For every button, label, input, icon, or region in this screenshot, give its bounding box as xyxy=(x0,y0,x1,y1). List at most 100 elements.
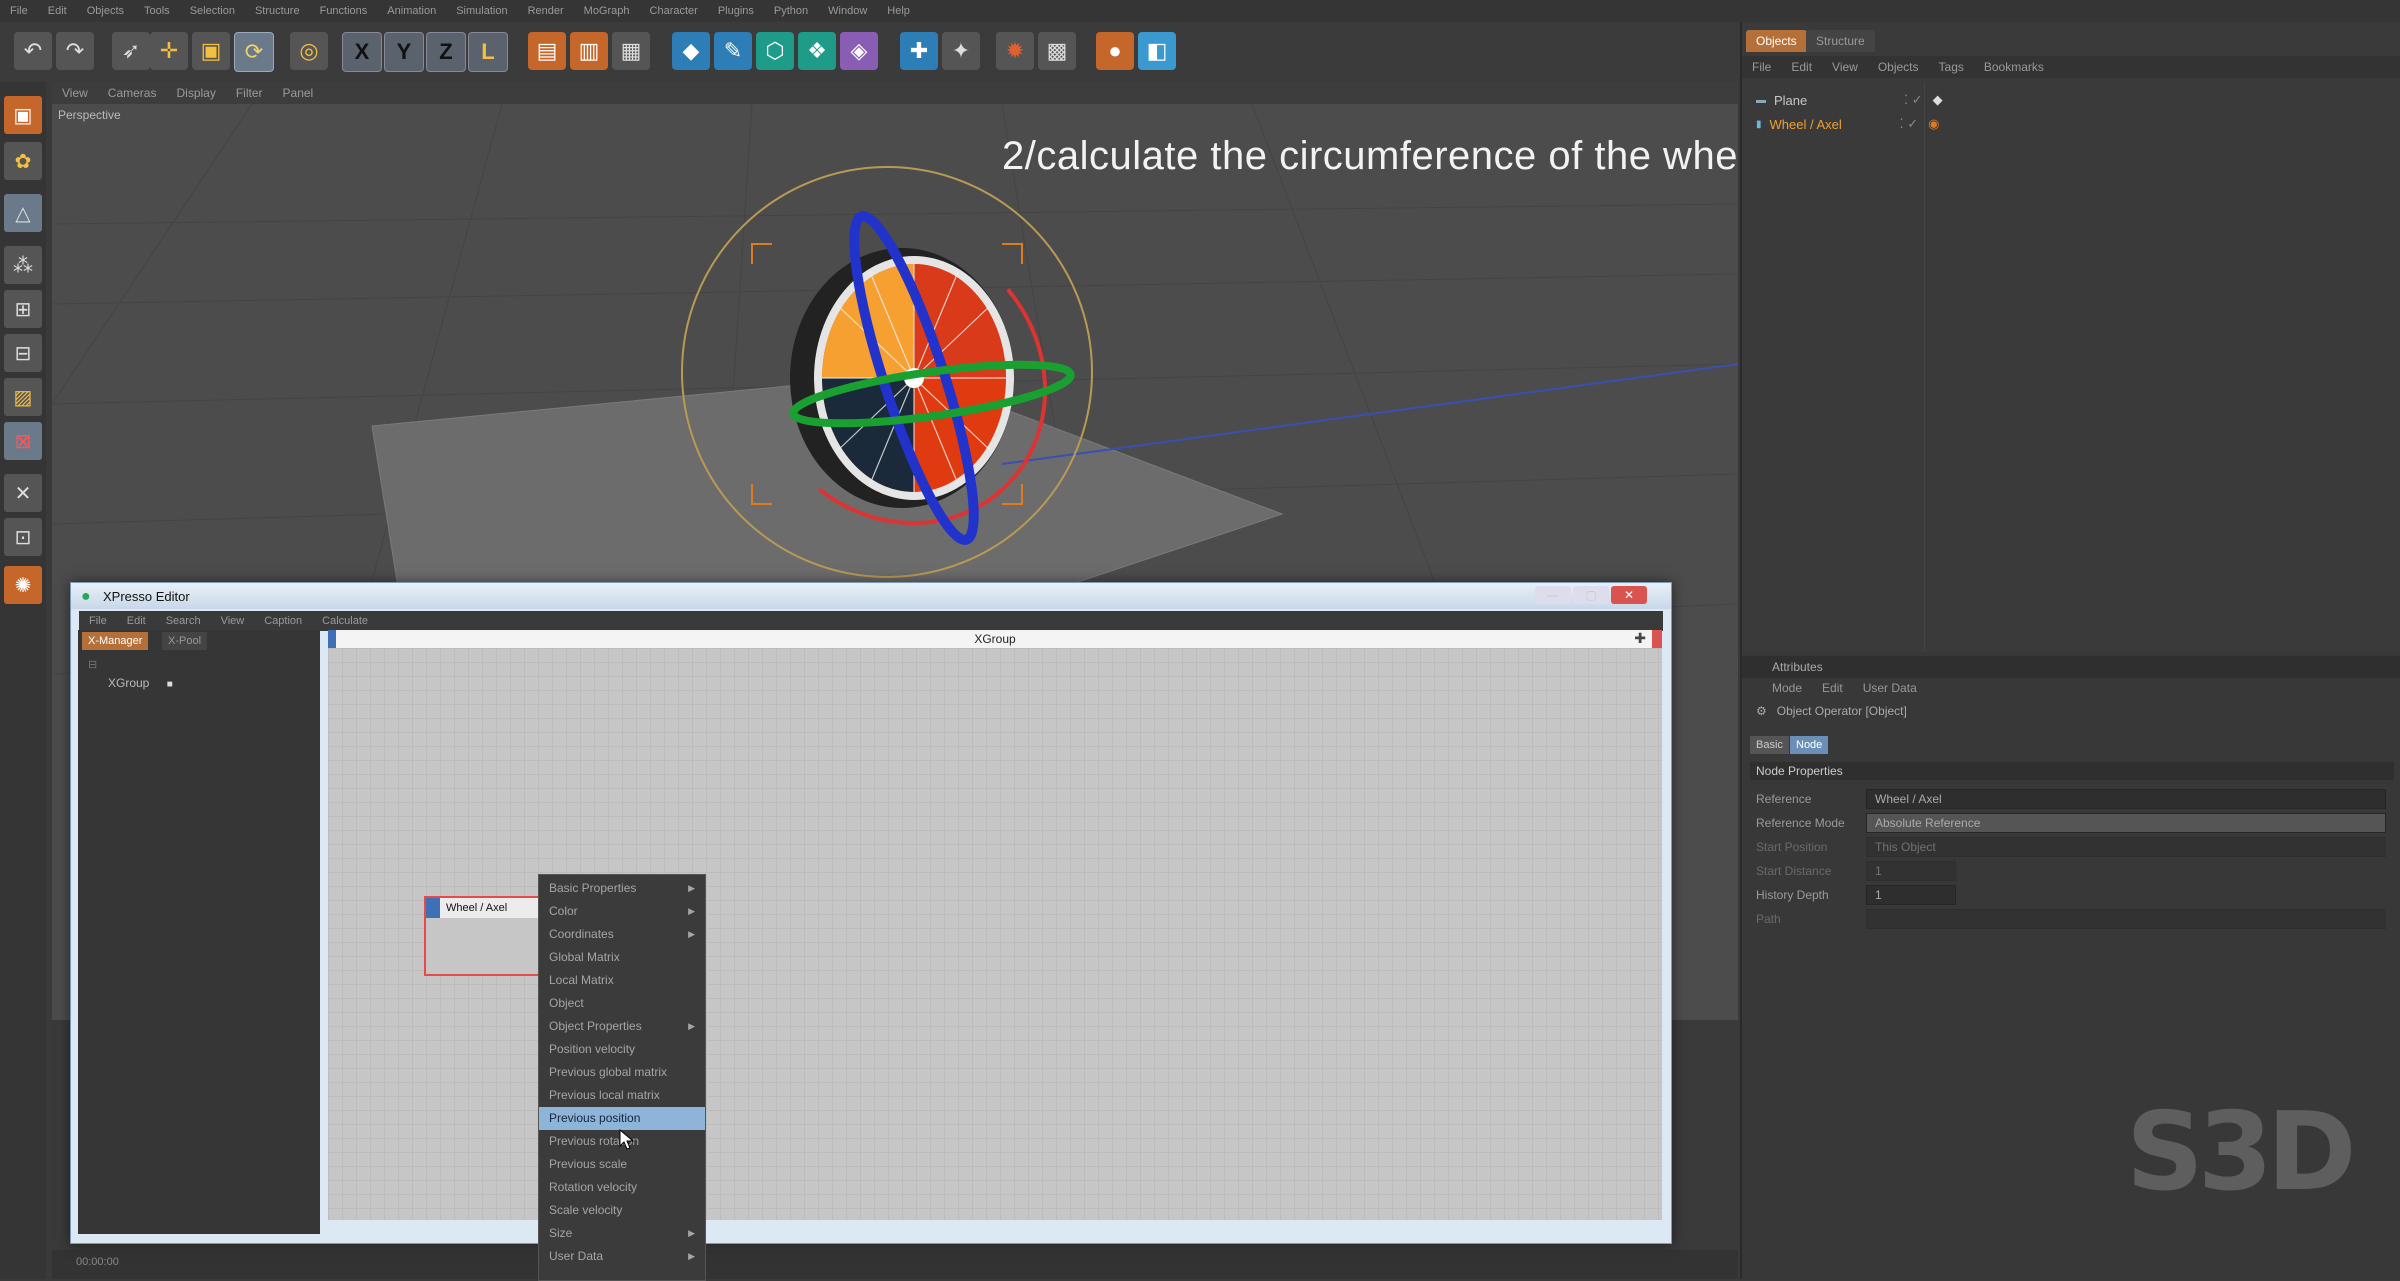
context-menu-item[interactable]: Coordinates ▶ xyxy=(539,923,705,946)
light-icon[interactable]: ✹ xyxy=(996,32,1034,70)
undo-icon[interactable]: ↶ xyxy=(14,32,52,70)
object-manager-menu-item[interactable]: Bookmarks xyxy=(1974,60,2054,74)
menu-item[interactable]: Python xyxy=(764,5,818,17)
start-distance-input[interactable]: 1 xyxy=(1866,861,1956,881)
context-menu-item[interactable]: Object xyxy=(539,992,705,1015)
axis-icon[interactable]: ⊡ xyxy=(4,518,42,556)
xpresso-menu-item[interactable]: File xyxy=(79,615,117,627)
tree-item-xgroup[interactable]: XGroup ■ xyxy=(108,676,173,690)
context-menu-item[interactable]: Previous scale xyxy=(539,1153,705,1176)
xpresso-menu-item[interactable]: Caption xyxy=(254,615,312,627)
nurbs-icon[interactable]: ⬡ xyxy=(756,32,794,70)
deformer-icon[interactable]: ◈ xyxy=(840,32,878,70)
menu-item[interactable]: Animation xyxy=(377,5,446,17)
context-menu-item[interactable]: User Data ▶ xyxy=(539,1245,705,1268)
menu-item[interactable]: Functions xyxy=(310,5,378,17)
recent-tools-icon[interactable]: ◎ xyxy=(290,32,328,70)
xpresso-titlebar[interactable]: ● XPresso Editor — ▢ ✕ xyxy=(71,583,1671,609)
context-menu-item[interactable]: Previous position xyxy=(539,1107,705,1130)
polygons-mode-icon[interactable]: ⊟ xyxy=(4,334,42,372)
tree-collapse-icon[interactable]: ⊟ xyxy=(88,658,97,671)
context-menu-item[interactable]: Rotation velocity xyxy=(539,1176,705,1199)
viewport-menu-item[interactable]: Filter xyxy=(226,86,273,100)
start-position-dropdown[interactable]: This Object xyxy=(1866,837,2386,857)
pen-spline-icon[interactable]: ✎ xyxy=(714,32,752,70)
scene-icon[interactable]: ✚ xyxy=(900,32,938,70)
render-settings-icon[interactable]: ▦ xyxy=(612,32,650,70)
scale-icon[interactable]: ▣ xyxy=(192,32,230,70)
object-row-wheel-axel[interactable]: ▮ Wheel / Axel ⁚ ✓ ◉ xyxy=(1756,112,2156,136)
layout-icon[interactable]: ▩ xyxy=(1038,32,1076,70)
camera-icon[interactable]: ✦ xyxy=(942,32,980,70)
object-manager-menu-item[interactable]: Objects xyxy=(1868,60,1929,74)
tab-x-pool[interactable]: X-Pool xyxy=(162,632,208,650)
visibility-dots-icon[interactable]: ⁚ ✓ xyxy=(1900,116,1919,132)
menu-item[interactable]: Structure xyxy=(245,5,310,17)
menu-item[interactable]: Plugins xyxy=(708,5,764,17)
points-mode-icon[interactable]: ⁂ xyxy=(4,246,42,284)
context-menu-item[interactable]: Previous local matrix xyxy=(539,1084,705,1107)
add-port-icon[interactable]: ✚ xyxy=(1634,630,1646,647)
tab-basic[interactable]: Basic xyxy=(1750,736,1789,754)
menu-item[interactable]: Help xyxy=(877,5,920,17)
menu-item[interactable]: Objects xyxy=(77,5,134,17)
object-manager-menu-item[interactable]: Tags xyxy=(1929,60,1974,74)
edges-mode-icon[interactable]: ⊞ xyxy=(4,290,42,328)
snap-icon[interactable]: ✕ xyxy=(4,474,42,512)
menu-item[interactable]: Edit xyxy=(38,5,77,17)
x-axis-lock-icon[interactable]: X xyxy=(342,32,382,72)
z-axis-lock-icon[interactable]: Z xyxy=(426,32,466,72)
context-menu-item[interactable]: Object Properties ▶ xyxy=(539,1015,705,1038)
xpresso-tag-icon[interactable]: ◉ xyxy=(1928,116,1939,132)
minimize-button[interactable]: — xyxy=(1535,586,1571,604)
context-menu-item[interactable]: Local Matrix xyxy=(539,969,705,992)
maximize-button[interactable]: ▢ xyxy=(1573,586,1609,604)
rotate-icon[interactable]: ⟳ xyxy=(234,32,274,72)
menu-item[interactable]: Render xyxy=(518,5,574,17)
object-manager-menu-item[interactable]: Edit xyxy=(1781,60,1822,74)
reference-link-field[interactable]: Wheel / Axel xyxy=(1866,789,2386,809)
object-mode-icon[interactable]: △ xyxy=(4,194,42,232)
workplane-icon[interactable]: ⊠ xyxy=(4,422,42,460)
plugin-icon[interactable]: ◧ xyxy=(1138,32,1176,70)
object-manager-menu-item[interactable]: File xyxy=(1742,60,1781,74)
cube-primitive-icon[interactable]: ◆ xyxy=(672,32,710,70)
viewport-menu-item[interactable]: View xyxy=(52,86,98,100)
object-row-plane[interactable]: ▬ Plane ⁚ ✓ ◆ xyxy=(1756,88,2156,112)
redo-icon[interactable]: ↷ xyxy=(56,32,94,70)
menu-item[interactable]: Window xyxy=(818,5,877,17)
array-icon[interactable]: ❖ xyxy=(798,32,836,70)
coordinate-system-icon[interactable]: L xyxy=(468,32,508,72)
menu-item[interactable]: Tools xyxy=(134,5,180,17)
tag-icon[interactable]: ◆ xyxy=(1933,92,1943,108)
viewport-menu-item[interactable]: Cameras xyxy=(98,86,167,100)
visibility-dots-icon[interactable]: ⁚ ✓ xyxy=(1904,92,1923,108)
tab-objects[interactable]: Objects xyxy=(1746,30,1807,52)
render-picture-viewer-icon[interactable]: ▥ xyxy=(570,32,608,70)
object-manager-menu-item[interactable]: View xyxy=(1822,60,1868,74)
context-menu-item[interactable]: Position velocity xyxy=(539,1038,705,1061)
attr-menu-mode[interactable]: Mode xyxy=(1742,681,1802,695)
menu-item[interactable]: Selection xyxy=(180,5,245,17)
move-icon[interactable]: ✛ xyxy=(150,32,188,70)
tab-node[interactable]: Node xyxy=(1790,736,1829,754)
menu-item[interactable]: Simulation xyxy=(446,5,517,17)
make-editable-icon[interactable]: ▣ xyxy=(4,96,42,134)
reference-mode-dropdown[interactable]: Absolute Reference xyxy=(1866,813,2386,833)
paint-icon[interactable]: ✺ xyxy=(4,566,42,604)
object-node-wheel-axel[interactable]: Wheel / Axel xyxy=(424,896,552,976)
context-menu-item[interactable]: Basic Properties ▶ xyxy=(539,877,705,900)
menu-item[interactable]: MoGraph xyxy=(574,5,640,17)
xpresso-menu-item[interactable]: Search xyxy=(156,615,211,627)
tab-x-manager[interactable]: X-Manager xyxy=(82,632,149,650)
python-icon[interactable]: ● xyxy=(1096,32,1134,70)
model-mode-icon[interactable]: ✿ xyxy=(4,142,42,180)
xpresso-menu-item[interactable]: Edit xyxy=(117,615,156,627)
attr-menu-userdata[interactable]: User Data xyxy=(1843,681,1917,695)
context-menu-item[interactable]: Global Matrix xyxy=(539,946,705,969)
menu-item[interactable]: File xyxy=(0,5,38,17)
tab-structure[interactable]: Structure xyxy=(1806,30,1875,52)
context-menu-item[interactable]: Scale velocity xyxy=(539,1199,705,1222)
close-button[interactable]: ✕ xyxy=(1611,586,1647,604)
viewport-menu-item[interactable]: Panel xyxy=(273,86,324,100)
